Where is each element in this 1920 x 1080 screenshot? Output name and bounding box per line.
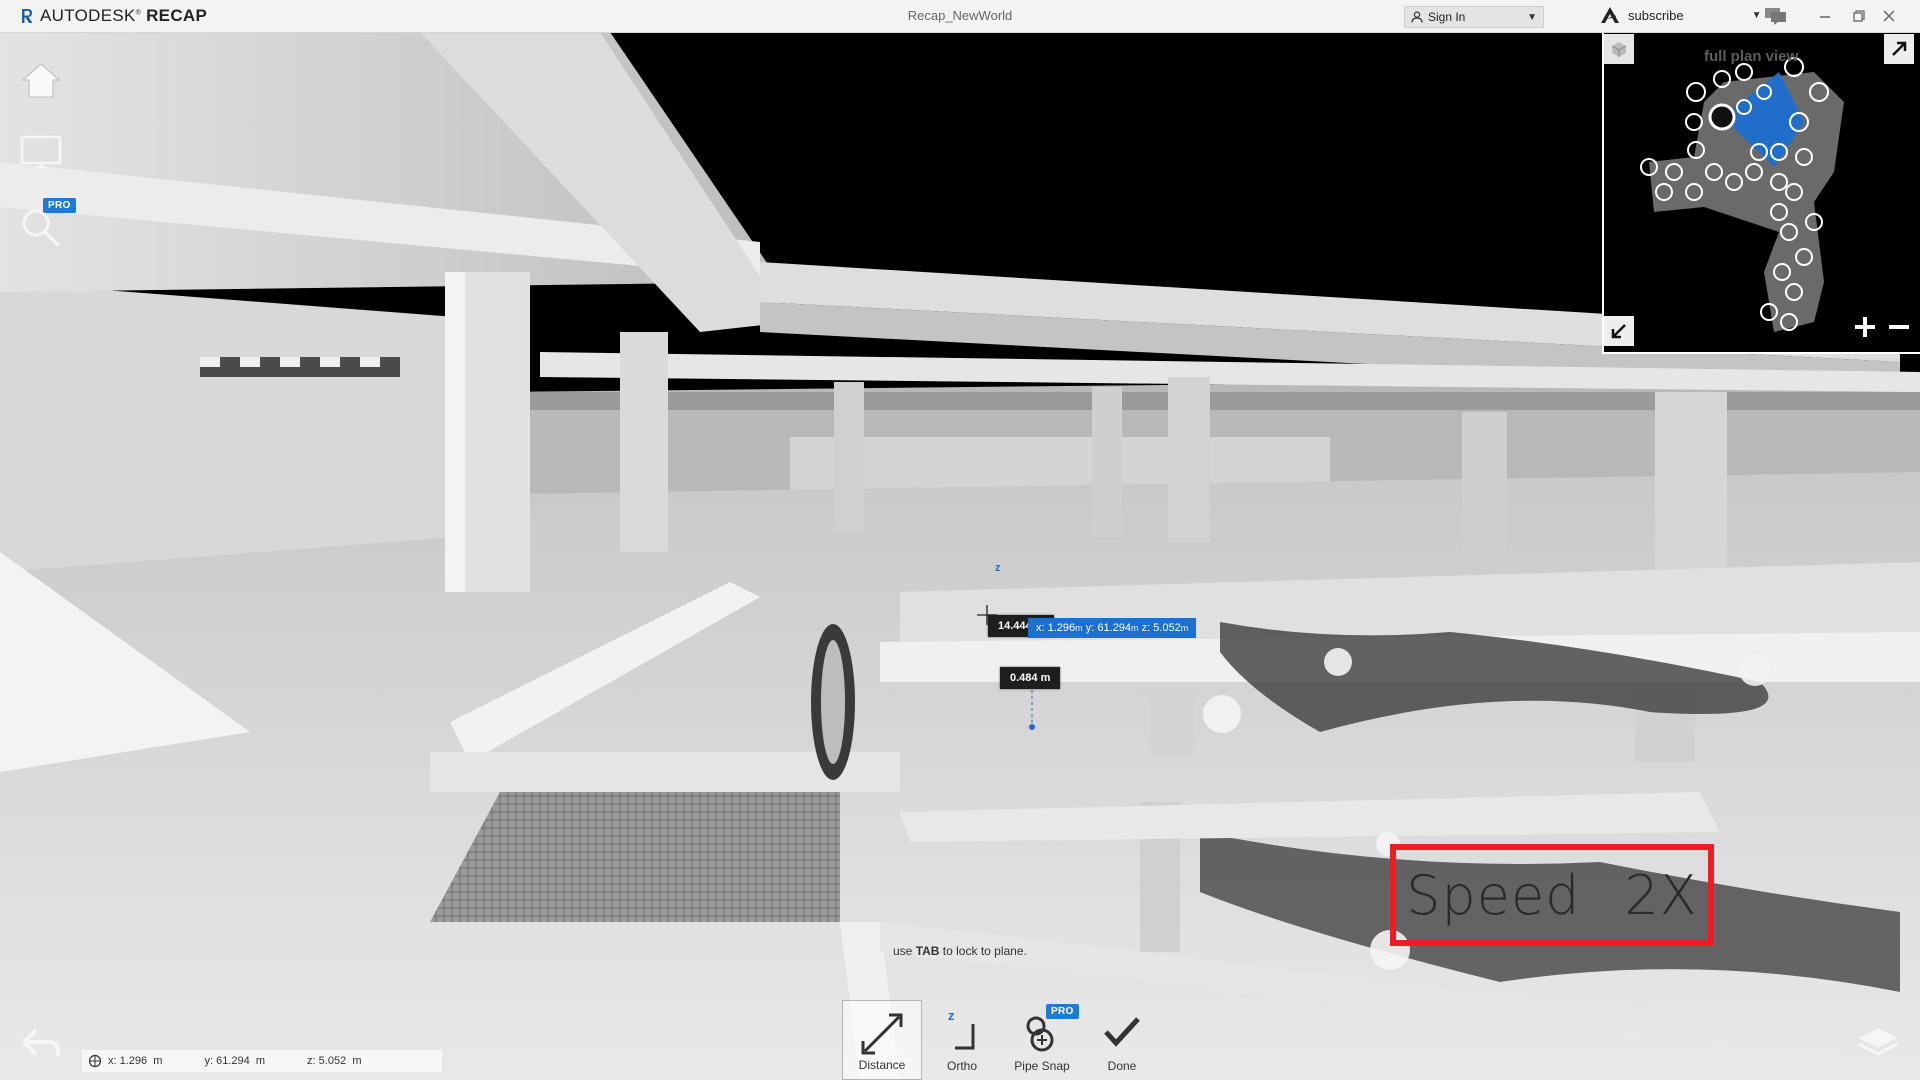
coordinates-status-bar: x: 1.296 m y: 61.294 m z: 5.052 m [82,1050,442,1072]
hint-key: TAB [915,944,940,958]
measure-toolbar: Distance z Ortho PRO Pipe Snap Done [842,1000,1162,1080]
ortho-label: Ortho [946,1059,977,1073]
ortho-icon [955,1024,975,1050]
zoom-in-button[interactable] [1852,314,1878,346]
expand-arrow-icon [1892,41,1907,56]
height-readout: 0.484 m [1000,667,1061,689]
axis-marker: z [995,562,1001,574]
pipe-snap-icon [1026,1016,1054,1052]
done-label: Done [1107,1059,1137,1073]
ortho-tool-button[interactable]: z Ortho [922,1000,1002,1080]
subscribe-label: subscribe [1628,7,1684,23]
chevron-down-icon: ▼ [1751,9,1762,21]
pro-badge: PRO [1046,1004,1079,1019]
done-button[interactable]: Done [1082,1000,1162,1080]
chat-icon [1765,8,1786,25]
layers-button[interactable] [1852,1016,1904,1068]
readout-y: 61.294 [1097,622,1131,634]
close-icon [1883,10,1895,22]
minimap-collapse-button[interactable] [1604,316,1634,346]
pro-badge: PRO [43,198,76,213]
distance-label: Distance [858,1058,906,1072]
user-icon [1411,11,1423,23]
readout-z: 5.052 [1153,622,1181,634]
subscribe-menu[interactable]: subscribe ▼ [1600,6,1762,24]
status-y-value: 61.294 [216,1055,250,1067]
back-button[interactable] [15,1016,67,1068]
minimize-icon [1820,16,1830,18]
minimap-label: full plan view [1704,48,1799,65]
title-bar: AUTODESK® RECAP Recap_NewWorld Sign In ▼… [0,0,1920,33]
readout-x: 1.296 [1047,622,1076,634]
plan-view-minimap[interactable]: full plan view [1602,32,1920,354]
collapse-arrow-icon [1611,324,1626,339]
autodesk-a-icon [1601,7,1619,23]
restore-icon [1853,10,1865,22]
crosshair-icon [88,1054,102,1068]
ortho-axis-label: z [948,1008,955,1023]
home-icon [21,63,61,98]
status-x-value: 1.296 [119,1055,148,1067]
brand-name: AUTODESK [40,6,136,25]
sign-in-label: Sign In [1428,10,1466,24]
point-cloud-viewport[interactable]: z PRO 14.444 m x: 1.296m y: 61.294m z: 5… [0,32,1920,1080]
speed-value: 2X [1624,863,1698,927]
status-z-value: 5.052 [318,1055,347,1067]
minimize-button[interactable] [1812,4,1838,28]
speed-overlay: Speed 2X [1390,844,1714,946]
home-button[interactable] [15,54,67,106]
zoom-out-button[interactable] [1886,314,1912,346]
distance-tool-button[interactable]: Distance [842,1000,922,1080]
autodesk-logo-icon [22,9,33,23]
coordinate-readout: x: 1.296m y: 61.294m z: 5.052m [1028,618,1197,638]
view-cube-icon [1611,42,1627,57]
app-brand: AUTODESK® RECAP [20,6,207,26]
chevron-down-icon: ▼ [1527,12,1537,23]
monitor-icon [20,135,62,169]
pipe-snap-label: Pipe Snap [1014,1059,1070,1073]
distance-icon [861,1013,903,1055]
back-arrow-icon [22,1028,60,1056]
minimap-cube-button[interactable] [1604,34,1634,64]
plus-icon [1855,317,1875,337]
minimap-expand-button[interactable] [1884,34,1914,64]
lock-plane-hint: use TAB to lock to plane. [893,944,1027,958]
display-button[interactable] [15,128,67,180]
minimap-plan [1640,57,1844,332]
close-button[interactable] [1876,4,1902,28]
pipe-snap-tool-button[interactable]: PRO Pipe Snap [1002,1000,1082,1080]
chat-button[interactable] [1763,4,1789,28]
search-button[interactable]: PRO [15,198,76,254]
restore-button[interactable] [1846,4,1872,28]
checkmark-icon [1104,1017,1140,1047]
layers-icon [1858,1028,1898,1056]
brand-product: RECAP [146,6,208,25]
speed-word: Speed [1406,863,1581,927]
sign-in-dropdown[interactable]: Sign In ▼ [1404,6,1544,28]
minus-icon [1889,325,1909,329]
